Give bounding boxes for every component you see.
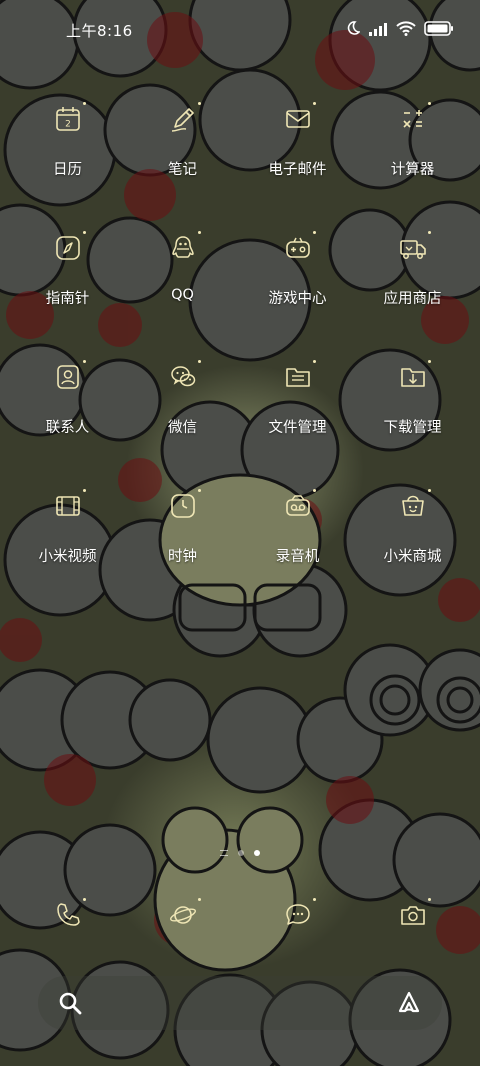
- dock: [10, 898, 470, 930]
- search-bar[interactable]: [38, 976, 442, 1030]
- app-video[interactable]: 小米视频: [10, 483, 125, 612]
- dock-messages[interactable]: [240, 898, 355, 930]
- app-label: 计算器: [390, 162, 435, 178]
- notes-icon: [168, 102, 201, 134]
- status-icons: [344, 20, 454, 40]
- app-row: 小米视频 时钟 录音机 小米商城: [10, 483, 470, 612]
- svg-text:2: 2: [65, 120, 71, 130]
- app-row: 2 日历 笔记 电子邮件 计算器: [10, 96, 470, 225]
- wifi-icon: [396, 20, 416, 40]
- app-file-manager[interactable]: 文件管理: [240, 354, 355, 483]
- app-label: 笔记: [168, 162, 197, 178]
- video-icon: [53, 489, 86, 521]
- browser-icon: [168, 898, 201, 930]
- search-icon[interactable]: [58, 991, 82, 1019]
- app-contacts[interactable]: 联系人: [10, 354, 125, 483]
- app-game-center[interactable]: 游戏中心: [240, 225, 355, 354]
- app-wechat[interactable]: 微信: [125, 354, 240, 483]
- camera-icon: [398, 898, 431, 930]
- app-label: 日历: [53, 162, 82, 178]
- app-label: QQ: [171, 287, 194, 303]
- page-dot[interactable]: [238, 850, 244, 856]
- app-label: 电子邮件: [268, 162, 327, 178]
- clock-icon: [168, 489, 201, 521]
- app-label: 应用商店: [383, 291, 442, 307]
- battery-icon: [424, 20, 454, 40]
- app-label: 录音机: [275, 549, 320, 565]
- page-dot-active[interactable]: [254, 850, 260, 856]
- app-row: 联系人 微信 文件管理 下载管理: [10, 354, 470, 483]
- status-bar: 上午8:16: [0, 0, 480, 62]
- download-manager-icon: [398, 360, 431, 392]
- app-label: 小米商城: [383, 549, 442, 565]
- page-indicator-menu[interactable]: [220, 850, 228, 856]
- wechat-icon: [168, 360, 201, 392]
- app-label: 指南针: [45, 291, 90, 307]
- app-calendar[interactable]: 2 日历: [10, 96, 125, 225]
- app-app-store[interactable]: 应用商店: [355, 225, 470, 354]
- app-compass[interactable]: 指南针: [10, 225, 125, 354]
- signal-icon: [368, 21, 388, 40]
- file-manager-icon: [283, 360, 316, 392]
- app-label: 下载管理: [383, 420, 442, 436]
- dock-camera[interactable]: [355, 898, 470, 930]
- app-row: 指南针 QQ 游戏中心 应用商店: [10, 225, 470, 354]
- game-center-icon: [283, 231, 316, 263]
- dock-browser[interactable]: [125, 898, 240, 930]
- compass-icon: [53, 231, 86, 263]
- mi-store-icon: [398, 489, 431, 521]
- qq-icon: [168, 231, 201, 263]
- app-store-icon: [398, 231, 431, 263]
- app-recorder[interactable]: 录音机: [240, 483, 355, 612]
- app-label: 微信: [168, 420, 197, 436]
- page-indicator: [220, 850, 260, 856]
- app-label: 联系人: [45, 420, 90, 436]
- dock-phone[interactable]: [10, 898, 125, 930]
- app-mi-store[interactable]: 小米商城: [355, 483, 470, 612]
- app-calculator[interactable]: 计算器: [355, 96, 470, 225]
- app-grid: 2 日历 笔记 电子邮件 计算器 指南针 QQ 游戏中心 应用商店 联系人 微信…: [10, 96, 470, 612]
- app-clock[interactable]: 时钟: [125, 483, 240, 612]
- email-icon: [283, 102, 316, 134]
- app-email[interactable]: 电子邮件: [240, 96, 355, 225]
- contacts-icon: [53, 360, 86, 392]
- app-qq[interactable]: QQ: [125, 225, 240, 354]
- calendar-icon: 2: [53, 102, 86, 134]
- phone-icon: [53, 898, 86, 930]
- app-label: 时钟: [168, 549, 197, 565]
- calculator-icon: [398, 102, 431, 134]
- app-label: 小米视频: [38, 549, 97, 565]
- app-label: 游戏中心: [268, 291, 327, 307]
- messages-icon: [283, 898, 316, 930]
- status-time: 上午8:16: [66, 22, 133, 40]
- assistant-icon[interactable]: [396, 990, 422, 1020]
- moon-icon: [344, 20, 361, 40]
- recorder-icon: [283, 489, 316, 521]
- app-notes[interactable]: 笔记: [125, 96, 240, 225]
- app-label: 文件管理: [268, 420, 327, 436]
- app-download-manager[interactable]: 下载管理: [355, 354, 470, 483]
